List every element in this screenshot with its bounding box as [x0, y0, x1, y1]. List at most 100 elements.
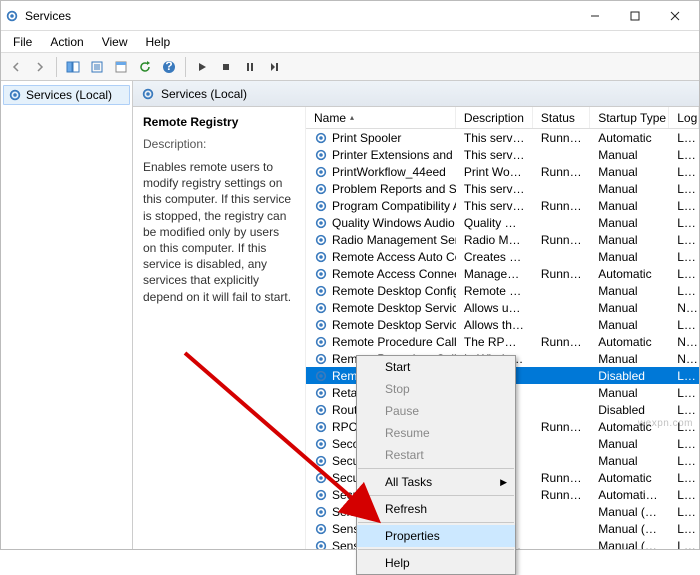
menu-action[interactable]: Action — [42, 33, 91, 51]
ctx-all-tasks[interactable]: All Tasks▶ — [357, 471, 515, 493]
col-startup-type[interactable]: Startup Type — [590, 107, 669, 128]
table-row[interactable]: Print SpoolerThis service ...RunningAuto… — [306, 129, 699, 146]
cell-name: Problem Reports and Soluti... — [306, 182, 456, 196]
tree-panel: Services (Local) — [1, 81, 133, 549]
cell-description: Allows user... — [456, 301, 533, 315]
table-row[interactable]: Remote Desktop Configurat...Remote Des..… — [306, 282, 699, 299]
cell-startup-type: Manual — [590, 352, 669, 366]
table-row[interactable]: Program Compatibility Assis...This servi… — [306, 197, 699, 214]
ctx-help[interactable]: Help — [357, 552, 515, 574]
service-icon — [314, 505, 328, 519]
close-button[interactable] — [655, 3, 695, 29]
cell-startup-type: Manual — [590, 454, 669, 468]
ctx-refresh[interactable]: Refresh — [357, 498, 515, 520]
service-name: Radio Management Service — [332, 233, 456, 247]
cell-name: Remote Desktop Configurat... — [306, 284, 456, 298]
service-name: Remote Access Connection... — [332, 267, 456, 281]
cell-startup-type: Manual (Trig... — [590, 539, 669, 550]
cell-name: PrintWorkflow_44eed — [306, 165, 456, 179]
refresh-button[interactable] — [134, 56, 156, 78]
table-row[interactable]: Remote Desktop ServicesAllows user...Man… — [306, 299, 699, 316]
service-icon — [314, 437, 328, 451]
toolbar: ? — [1, 53, 699, 81]
ctx-properties[interactable]: Properties — [357, 525, 515, 547]
stop-service-button[interactable] — [215, 56, 237, 78]
cell-startup-type: Manual — [590, 318, 669, 332]
cell-logon: Loc — [669, 284, 699, 298]
forward-button[interactable] — [29, 56, 51, 78]
properties-button[interactable] — [110, 56, 132, 78]
tree-root[interactable]: Services (Local) — [3, 85, 130, 105]
table-row[interactable]: Problem Reports and Soluti...This servic… — [306, 180, 699, 197]
ctx-start[interactable]: Start — [357, 356, 515, 378]
cell-startup-type: Manual — [590, 148, 669, 162]
panel-header: Services (Local) — [133, 81, 699, 107]
tree-root-label: Services (Local) — [26, 88, 112, 102]
service-icon — [314, 403, 328, 417]
table-row[interactable]: Remote Procedure Call (RPC)The RPCSS ...… — [306, 333, 699, 350]
services-icon — [8, 88, 22, 102]
cell-status: Running — [533, 165, 590, 179]
minimize-button[interactable] — [575, 3, 615, 29]
cell-description: This service ... — [456, 199, 533, 213]
ctx-separator — [358, 522, 514, 523]
service-name: Quality Windows Audio Vid... — [332, 216, 456, 230]
show-hide-tree-button[interactable] — [62, 56, 84, 78]
service-name: PrintWorkflow_44eed — [332, 165, 446, 179]
pause-service-button[interactable] — [239, 56, 261, 78]
menu-view[interactable]: View — [94, 33, 136, 51]
cell-description: This service ... — [456, 148, 533, 162]
menu-help[interactable]: Help — [138, 33, 179, 51]
col-name[interactable]: Name▴ — [306, 107, 456, 128]
cell-logon: Loc — [669, 199, 699, 213]
cell-logon: Loc — [669, 505, 699, 519]
export-list-button[interactable] — [86, 56, 108, 78]
maximize-button[interactable] — [615, 3, 655, 29]
ctx-resume[interactable]: Resume — [357, 422, 515, 444]
cell-startup-type: Manual — [590, 284, 669, 298]
cell-logon: Net — [669, 352, 699, 366]
cell-logon: Loc — [669, 318, 699, 332]
restart-service-button[interactable] — [263, 56, 285, 78]
service-icon — [314, 386, 328, 400]
help-button[interactable]: ? — [158, 56, 180, 78]
service-icon — [314, 488, 328, 502]
ctx-stop[interactable]: Stop — [357, 378, 515, 400]
col-logon[interactable]: Log — [669, 107, 699, 128]
ctx-pause[interactable]: Pause — [357, 400, 515, 422]
cell-description: Quality Win... — [456, 216, 533, 230]
service-name: Remote Desktop Services U... — [332, 318, 456, 332]
service-icon — [314, 318, 328, 332]
cell-status: Running — [533, 420, 590, 434]
cell-startup-type: Manual — [590, 301, 669, 315]
cell-startup-type: Manual — [590, 437, 669, 451]
table-row[interactable]: Quality Windows Audio Vid...Quality Win.… — [306, 214, 699, 231]
task-pane: Remote Registry Description: Enables rem… — [133, 107, 305, 549]
table-row[interactable]: Remote Access Connection...Manages di...… — [306, 265, 699, 282]
table-row[interactable]: Radio Management ServiceRadio Mana...Run… — [306, 231, 699, 248]
titlebar: Services — [1, 1, 699, 31]
service-icon — [314, 301, 328, 315]
table-row[interactable]: Remote Access Auto Conne...Creates a co.… — [306, 248, 699, 265]
col-description[interactable]: Description — [456, 107, 533, 128]
cell-startup-type: Manual — [590, 165, 669, 179]
ctx-restart[interactable]: Restart — [357, 444, 515, 466]
table-row[interactable]: PrintWorkflow_44eedPrint Workfl...Runnin… — [306, 163, 699, 180]
service-icon — [314, 131, 328, 145]
services-icon — [141, 87, 155, 101]
cell-status: Running — [533, 131, 590, 145]
service-name: Problem Reports and Soluti... — [332, 182, 456, 196]
cell-logon: Net — [669, 301, 699, 315]
service-icon — [314, 182, 328, 196]
menu-file[interactable]: File — [5, 33, 40, 51]
service-name: Program Compatibility Assis... — [332, 199, 456, 213]
back-button[interactable] — [5, 56, 27, 78]
start-service-button[interactable] — [191, 56, 213, 78]
cell-status: Running — [533, 335, 590, 349]
col-status[interactable]: Status — [533, 107, 590, 128]
table-row[interactable]: Printer Extensions and Notif...This serv… — [306, 146, 699, 163]
cell-description: Radio Mana... — [456, 233, 533, 247]
cell-name: Quality Windows Audio Vid... — [306, 216, 456, 230]
window-title: Services — [25, 9, 575, 23]
table-row[interactable]: Remote Desktop Services U...Allows the r… — [306, 316, 699, 333]
